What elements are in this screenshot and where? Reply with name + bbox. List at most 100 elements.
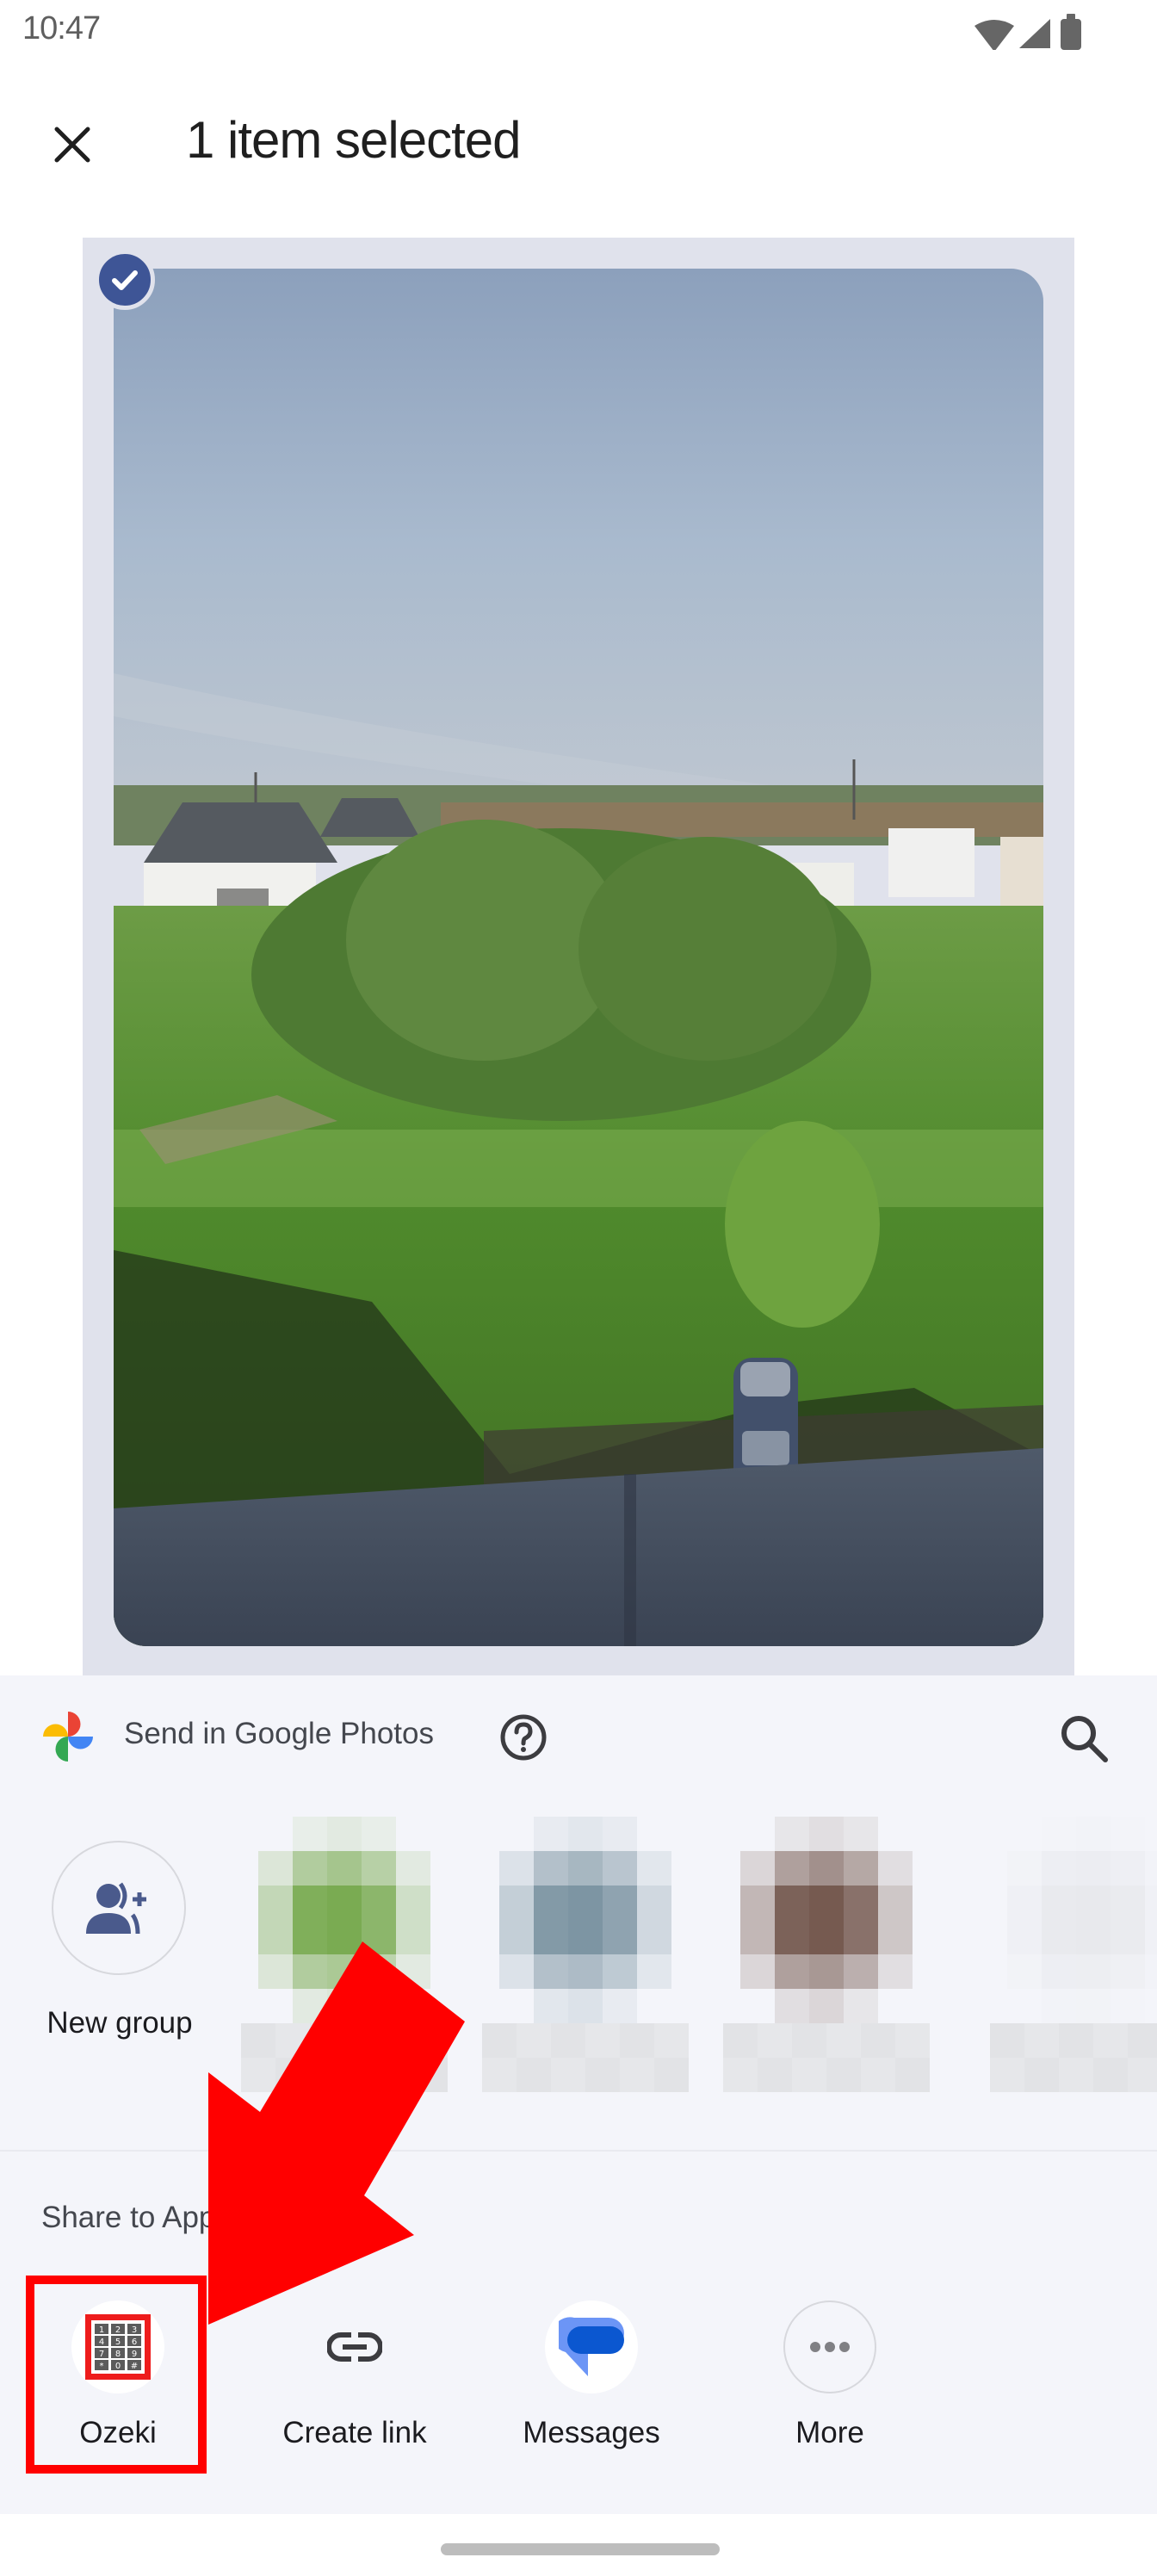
pixel-block: [1059, 2058, 1093, 2092]
messages-icon-wrap: [545, 2300, 638, 2393]
pixel-block: [362, 1886, 396, 1920]
pixel-block: [275, 2023, 310, 2058]
app-label: Create link: [282, 2416, 427, 2449]
pixel-block: [775, 1851, 809, 1886]
pixel-block: [990, 2058, 1024, 2092]
pixel-block: [293, 1989, 327, 2023]
pixel-block: [1059, 2023, 1093, 2058]
link-icon-wrap: [308, 2300, 401, 2393]
contact-suggestion[interactable]: [723, 1817, 930, 2101]
close-button[interactable]: [40, 112, 105, 177]
contact-suggestion[interactable]: [241, 1817, 448, 2101]
pixel-block: [1007, 1851, 1042, 1886]
pixel-block: [895, 2058, 930, 2092]
ozeki-key-label: 3: [132, 2325, 137, 2335]
pixel-block: [620, 2058, 654, 2092]
ozeki-key-label: 9: [132, 2350, 137, 2359]
pixel-block: [1076, 1954, 1111, 1989]
pixel-block: [603, 1886, 637, 1920]
pixel-block: [499, 1851, 534, 1886]
pixel-block: [1093, 2058, 1128, 2092]
pixel-block: [654, 2023, 689, 2058]
pixel-block: [844, 1954, 878, 1989]
app-create-link[interactable]: Create link: [256, 2290, 454, 2471]
pixel-block: [637, 1920, 671, 1954]
pixel-block: [258, 1851, 293, 1886]
pixel-block: [1145, 1920, 1157, 1954]
pixel-block: [809, 1954, 844, 1989]
ozeki-keypad-icon: 1 2 3 4 5 6 7 8 9 * 0 #: [85, 2314, 151, 2380]
pixel-block: [310, 2058, 344, 2092]
pixel-block: [740, 1851, 775, 1886]
selected-photo[interactable]: [114, 269, 1043, 1646]
page-title: 1 item selected: [186, 111, 522, 169]
pixel-block: [499, 1920, 534, 1954]
pixel-block: [1145, 1954, 1157, 1989]
ozeki-key-label: 7: [99, 2350, 104, 2359]
contact-suggestion[interactable]: [990, 1817, 1157, 2101]
ozeki-icon-wrap: 1 2 3 4 5 6 7 8 9 * 0 #: [71, 2300, 164, 2393]
app-messages[interactable]: Messages: [492, 2290, 690, 2471]
pixel-block: [740, 1920, 775, 1954]
pixel-block: [413, 2058, 448, 2092]
selected-check-badge[interactable]: [95, 250, 155, 310]
pixel-block: [293, 1954, 327, 1989]
pixel-block: [534, 1920, 568, 1954]
check-circle-icon: [112, 270, 138, 290]
pixel-block: [482, 2058, 517, 2092]
app-more[interactable]: More: [731, 2290, 929, 2471]
ozeki-key-label: 2: [115, 2325, 121, 2335]
pixel-block: [637, 1817, 671, 1851]
pixel-block: [758, 2023, 792, 2058]
pixel-block: [878, 1851, 913, 1886]
section-divider: [0, 2150, 1157, 2152]
pixel-block: [396, 1886, 430, 1920]
pixel-block: [1042, 1886, 1076, 1920]
pixel-block: [1007, 1989, 1042, 2023]
ozeki-key-label: 4: [99, 2338, 104, 2347]
pixel-block: [1076, 1886, 1111, 1920]
pixel-block: [534, 1989, 568, 2023]
pixel-block: [568, 1817, 603, 1851]
ozeki-key-label: 5: [115, 2338, 121, 2347]
pixel-block: [293, 1817, 327, 1851]
pixel-block: [275, 2058, 310, 2092]
pixel-block: [740, 1886, 775, 1920]
pixel-block: [990, 2023, 1024, 2058]
pixel-block: [344, 2023, 379, 2058]
pixel-block: [327, 1920, 362, 1954]
pixel-block: [1007, 1886, 1042, 1920]
search-icon[interactable]: [1057, 1712, 1111, 1765]
pixel-block: [895, 2023, 930, 2058]
pixel-block: [775, 1989, 809, 2023]
battery-icon: [1061, 14, 1081, 50]
pixel-block: [1128, 2023, 1157, 2058]
pixel-block: [1145, 1886, 1157, 1920]
pixel-block: [1145, 1989, 1157, 2023]
app-ozeki[interactable]: 1 2 3 4 5 6 7 8 9 * 0 # Ozeki: [19, 2290, 217, 2471]
help-circle-icon[interactable]: [499, 1713, 548, 1762]
pixel-block: [603, 1989, 637, 2023]
status-icons: [974, 14, 1081, 50]
pixel-block: [792, 2058, 826, 2092]
gesture-handle[interactable]: [441, 2543, 720, 2555]
pixel-block: [585, 2058, 620, 2092]
pixel-block: [1111, 1851, 1145, 1886]
pixel-block: [1076, 1989, 1111, 2023]
pixel-block: [826, 2023, 861, 2058]
ozeki-key-label: 0: [115, 2362, 121, 2371]
pixel-block: [568, 1920, 603, 1954]
pixel-block: [551, 2023, 585, 2058]
pixel-block: [362, 1920, 396, 1954]
pixel-block: [775, 1817, 809, 1851]
pixel-block: [258, 1920, 293, 1954]
pixel-block: [344, 2058, 379, 2092]
blurred-contacts-row: [0, 1817, 1157, 2101]
contact-suggestion[interactable]: [482, 1817, 689, 2101]
pixel-block: [878, 1817, 913, 1851]
pixel-block: [637, 1989, 671, 2023]
app-label: More: [795, 2416, 864, 2449]
pixel-block: [1111, 1920, 1145, 1954]
more-icon-wrap: [783, 2300, 876, 2393]
google-photos-logo-icon: [43, 1712, 93, 1762]
